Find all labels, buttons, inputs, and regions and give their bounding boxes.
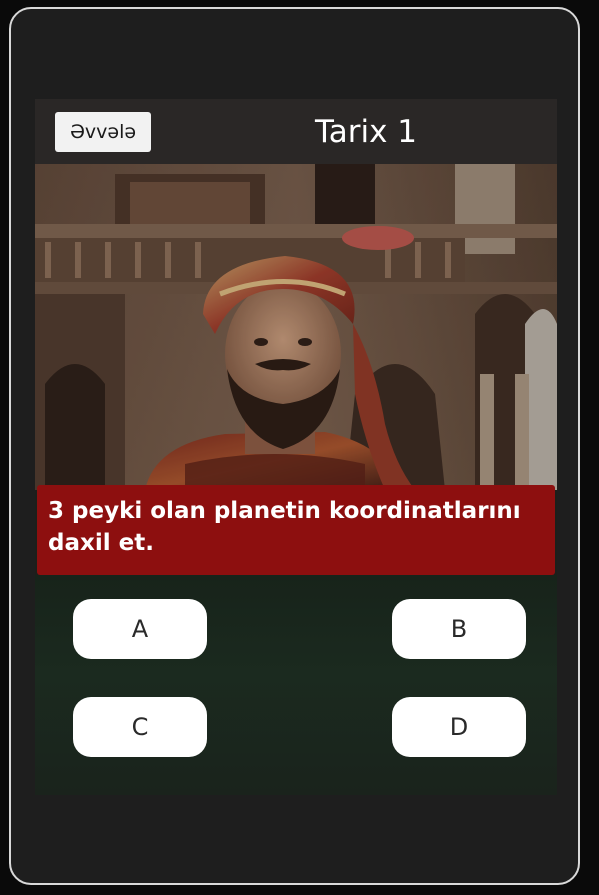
historical-portrait-image [35,164,557,490]
answer-d-button[interactable]: D [392,697,526,757]
answers-panel: A B C D [35,575,557,795]
page-title: Tarix 1 [314,114,418,150]
game-screen: Əvvələ Tarix 1 3 peyki olan planetin koo… [35,99,557,795]
answer-c-button[interactable]: C [73,697,207,757]
top-bar: Əvvələ Tarix 1 [35,99,557,164]
question-text: 3 peyki olan planetin koordinatlarını da… [37,485,555,575]
back-button[interactable]: Əvvələ [55,112,151,152]
answer-b-button[interactable]: B [392,599,526,659]
answer-a-button[interactable]: A [73,599,207,659]
